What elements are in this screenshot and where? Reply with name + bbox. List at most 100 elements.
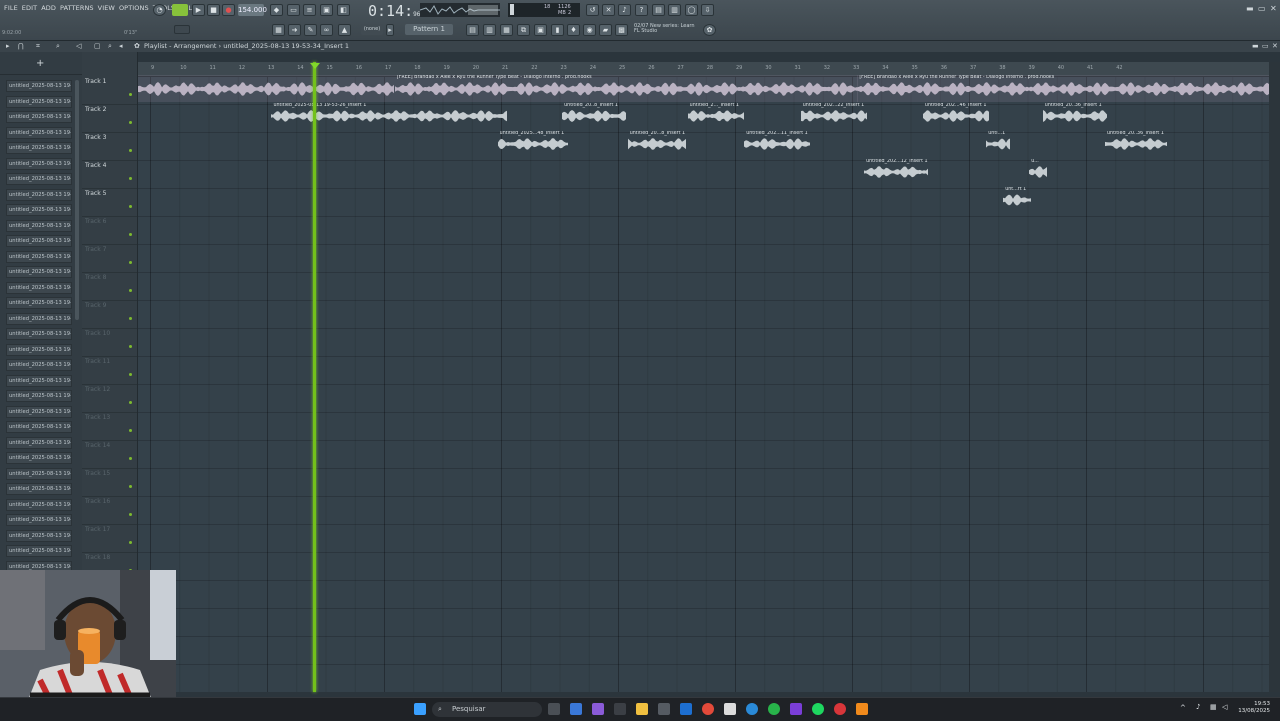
track-header[interactable]: Track 3 [82, 132, 137, 161]
track-header[interactable]: Track 2 [82, 104, 137, 133]
edge-icon[interactable] [746, 703, 758, 715]
tray-chevron-icon[interactable]: ^ [1180, 704, 1186, 712]
xbox-icon[interactable] [768, 703, 780, 715]
track-led[interactable] [129, 261, 132, 264]
mic-icon[interactable]: ♪ [618, 4, 631, 16]
mic-tray-icon[interactable]: ♪ [1196, 703, 1200, 711]
track-header[interactable]: Track 17 [82, 524, 137, 553]
track-led[interactable] [129, 121, 132, 124]
help-icon[interactable]: ? [635, 4, 648, 16]
slice-icon[interactable]: ▢ [94, 42, 101, 50]
menu-item[interactable]: ADD [39, 4, 58, 12]
widgets-icon[interactable] [614, 703, 626, 715]
touch-icon[interactable]: ▮ [551, 24, 564, 36]
stamp-icon[interactable]: ▲ [338, 24, 351, 36]
track-led[interactable] [129, 401, 132, 404]
minimize-icon[interactable]: ▬ [1246, 4, 1254, 13]
mode-slider[interactable] [174, 25, 190, 34]
browser-item[interactable]: untitled_2025-08-13 19- [6, 126, 72, 139]
wait-icon[interactable]: ◆ [270, 4, 283, 16]
spotify-icon[interactable] [812, 703, 824, 715]
track-led[interactable] [129, 205, 132, 208]
track-led[interactable] [129, 93, 132, 96]
track-header[interactable]: Track 12 [82, 384, 137, 413]
notepad-icon[interactable] [724, 703, 736, 715]
track-led[interactable] [129, 513, 132, 516]
track-led[interactable] [129, 149, 132, 152]
playlist-scrollbar[interactable] [1269, 62, 1280, 692]
browser-item[interactable]: untitled_2025-08-13 19- [6, 359, 72, 371]
mute-icon[interactable]: ◁ [76, 42, 81, 50]
browser-item[interactable]: untitled_2025-08-13 19- [6, 328, 72, 340]
track-led[interactable] [129, 317, 132, 320]
tempo-display[interactable]: 154.000 [238, 4, 267, 16]
playhead[interactable] [313, 62, 316, 692]
record-button[interactable]: ● [222, 4, 235, 16]
magnet-icon[interactable]: ⋂ [18, 42, 24, 50]
taskbar-clock[interactable]: 19:53 13/08/2025 [1238, 701, 1270, 715]
link-icon[interactable]: ∞ [320, 24, 333, 36]
audio-clip[interactable]: untitled_202...46_Insert 1 [922, 103, 991, 130]
track-led[interactable] [129, 289, 132, 292]
settings-gear-icon[interactable]: ✿ [703, 24, 716, 36]
loop-record-icon[interactable]: ▣ [320, 4, 333, 16]
pencil-icon[interactable]: ✎ [304, 24, 317, 36]
audio-clip[interactable]: [FREE] Brandão x Alee x Ryu the Runner T… [857, 75, 1280, 102]
mic-view-icon[interactable]: ♦ [567, 24, 580, 36]
browser-item[interactable]: untitled_2025-08-13 19- [6, 498, 72, 511]
window-restore-icon[interactable]: ▭ [1262, 42, 1269, 50]
audio-clip[interactable]: untitled_20..8_Insert 1 [562, 103, 628, 130]
track-header[interactable]: Track 11 [82, 356, 137, 385]
browser-item[interactable]: untitled_2025-08-13 19- [6, 266, 72, 278]
audio-clip[interactable]: untitled_2..._Insert 1 [687, 103, 745, 130]
browser-item[interactable]: untitled_2025-08-13 19- [6, 343, 72, 356]
window-close-icon[interactable]: ✕ [1272, 42, 1278, 50]
metronome-icon[interactable]: ◔ [153, 4, 166, 16]
browser-item[interactable]: untitled_2025-08-13 19- [6, 467, 72, 480]
browser-item[interactable]: untitled_2025-08-13 19- [6, 452, 72, 464]
audio-clip[interactable]: untitled_2025...48_Insert 1 [497, 131, 568, 158]
track-header[interactable]: Track 14 [82, 440, 137, 469]
mixer-icon[interactable]: ▥ [668, 4, 681, 16]
audio-clip[interactable]: untitled_2025-08-13 19-53-26_Insert 1 [271, 103, 509, 130]
plugin-icon[interactable]: ⧉ [517, 24, 530, 36]
audio-clip[interactable]: unt...rt 1 [1003, 187, 1032, 214]
step-edit-icon[interactable]: ◧ [337, 4, 350, 16]
browser-item[interactable]: untitled_2025-08-13 19- [6, 312, 72, 325]
browser-item[interactable]: untitled_2025-08-13 19- [6, 374, 72, 387]
taskbar-search[interactable]: ⌕ Pesquisar [432, 702, 542, 717]
menu-item[interactable]: OPTIONS [117, 4, 151, 12]
browser-item[interactable]: untitled_2025-08-13 19- [6, 529, 72, 542]
browser-item[interactable]: untitled_2025-08-13 19- [6, 111, 72, 123]
mail-icon[interactable] [680, 703, 692, 715]
browser-item[interactable]: untitled_2025-08-13 19- [6, 297, 72, 309]
audio-clip[interactable]: untitled_20..36_Insert 1 [1042, 103, 1109, 130]
fl-studio-icon[interactable] [856, 703, 868, 715]
teams-icon[interactable] [592, 703, 604, 715]
browser-item[interactable]: untitled_2025-08-13 19- [6, 281, 72, 294]
track-header[interactable]: Track 5 [82, 188, 137, 217]
track-header[interactable]: Track 7 [82, 244, 137, 273]
script-icon[interactable]: ◉ [583, 24, 596, 36]
browser-item[interactable]: untitled_2025-08-13 19- [6, 219, 72, 232]
blend-icon[interactable]: ≡ [303, 4, 316, 16]
track-header[interactable]: Track 13 [82, 412, 137, 441]
obs-icon[interactable] [834, 703, 846, 715]
chevron-left-icon[interactable]: ▸ [386, 24, 394, 36]
undo-icon[interactable]: ↺ [586, 4, 599, 16]
audio-clip[interactable]: untitled_202...11_Insert 1 [744, 131, 812, 158]
menu-item[interactable]: EDIT [20, 4, 39, 12]
arrow-icon[interactable]: ▸ [6, 42, 10, 50]
save-icon[interactable]: ▤ [652, 4, 665, 16]
task-view-icon[interactable] [548, 703, 560, 715]
track-header[interactable]: Track 1 [82, 76, 137, 105]
playlist-icon[interactable]: ▦ [272, 24, 285, 36]
maximize-icon[interactable]: ▭ [1258, 4, 1266, 13]
zoom-icon[interactable]: ⌕ [56, 42, 60, 51]
network-icon[interactable]: ▦ [1210, 703, 1217, 711]
windows-start-icon[interactable] [414, 703, 426, 715]
pattern-selector[interactable]: Pattern 1 [405, 24, 453, 35]
track-header[interactable]: Track 4 [82, 160, 137, 189]
browser-item[interactable]: untitled_2025-08-13 19- [6, 421, 72, 433]
track-header[interactable]: Track 9 [82, 300, 137, 329]
